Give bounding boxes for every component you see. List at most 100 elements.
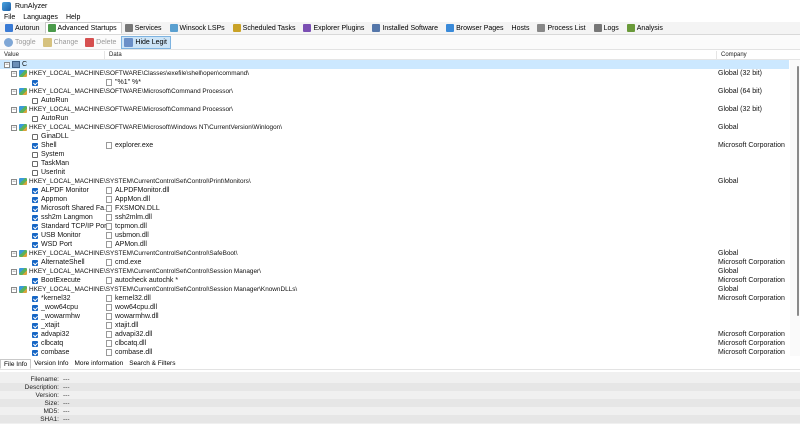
scrollbar-thumb[interactable] — [797, 66, 799, 316]
entry-checkbox[interactable] — [32, 313, 38, 320]
entry-checkbox[interactable] — [32, 322, 38, 329]
startup-entry-row[interactable]: BootExecute autocheck autochk * Microsoft … — [0, 276, 789, 285]
startup-entry-row[interactable]: advapi32 advapi32.dll Microsoft Corporatio… — [0, 330, 789, 339]
tab-installed-software[interactable]: Installed Software — [369, 22, 443, 34]
entry-checkbox[interactable] — [32, 151, 38, 158]
tab-browser-pages[interactable]: Browser Pages — [443, 22, 508, 34]
startup-entry-row[interactable]: Shell explorer.exe Microsoft Corporation — [0, 141, 789, 150]
tab-label: Autorun — [15, 24, 40, 32]
menu-help[interactable]: Help — [62, 14, 84, 21]
entry-checkbox[interactable] — [32, 187, 38, 194]
column-data[interactable]: Data — [105, 51, 717, 59]
tab-hosts[interactable]: Hosts — [509, 22, 535, 34]
entry-checkbox[interactable] — [32, 115, 38, 122]
startup-entry-row[interactable]: "%1" %* — [0, 78, 789, 87]
vertical-scrollbar[interactable] — [790, 60, 800, 356]
entry-checkbox[interactable] — [32, 331, 38, 338]
menu-file[interactable]: File — [0, 14, 19, 21]
startup-entry-row[interactable]: Microsoft Shared Fa... FXSMON.DLL — [0, 204, 789, 213]
startup-entry-row[interactable]: System — [0, 150, 789, 159]
entry-checkbox[interactable] — [32, 214, 38, 221]
startup-entry-row[interactable]: USB Monitor usbmon.dll — [0, 231, 789, 240]
entry-checkbox[interactable] — [32, 259, 38, 266]
collapse-toggle[interactable]: − — [4, 61, 10, 68]
details-tab-search-filters[interactable]: Search & Filters — [126, 359, 178, 369]
collapse-toggle[interactable]: − — [11, 250, 17, 257]
entry-checkbox[interactable] — [32, 295, 38, 302]
startup-entry-row[interactable]: combase combase.dll Microsoft Corporation — [0, 348, 789, 356]
startup-entry-row[interactable]: AutoRun — [0, 114, 789, 123]
toggle-button[interactable]: Toggle — [2, 36, 39, 49]
entry-checkbox[interactable] — [32, 232, 38, 239]
change-button[interactable]: Change — [41, 36, 82, 49]
entry-checkbox[interactable] — [32, 277, 38, 284]
collapse-toggle[interactable]: − — [11, 124, 17, 131]
entry-checkbox[interactable] — [32, 205, 38, 212]
startup-entry-row[interactable]: AlternateShell cmd.exe Microsoft Corporati… — [0, 258, 789, 267]
startup-entry-row[interactable]: AutoRun — [0, 96, 789, 105]
menu-languages[interactable]: Languages — [19, 14, 62, 21]
collapse-toggle[interactable]: − — [11, 178, 17, 185]
tab-winsock-lsps[interactable]: Winsock LSPs — [167, 22, 230, 34]
startup-entry-row[interactable]: Standard TCP/IP Port tcpmon.dll — [0, 222, 789, 231]
tab-autorun[interactable]: Autorun — [2, 22, 45, 34]
collapse-toggle[interactable]: − — [11, 106, 17, 113]
tab-analysis[interactable]: Analysis — [624, 22, 668, 34]
tab-process-list[interactable]: Process List — [534, 22, 590, 34]
registry-key-row[interactable]: − HKEY_LOCAL_MACHINE\SOFTWARE\Microsoft\C… — [0, 87, 789, 96]
registry-key-row[interactable]: − HKEY_LOCAL_MACHINE\SYSTEM\CurrentContro… — [0, 285, 789, 294]
entry-checkbox[interactable] — [32, 304, 38, 311]
registry-key-row[interactable]: − HKEY_LOCAL_MACHINE\SYSTEM\CurrentContro… — [0, 267, 789, 276]
entry-checkbox[interactable] — [32, 196, 38, 203]
entry-checkbox[interactable] — [32, 142, 38, 149]
startup-entry-row[interactable]: Appmon AppMon.dll — [0, 195, 789, 204]
entry-checkbox[interactable] — [32, 160, 38, 167]
startup-entry-row[interactable]: TaskMan — [0, 159, 789, 168]
startup-entry-row[interactable]: UserInit — [0, 168, 789, 177]
startup-entry-row[interactable]: _wowarmhw wowarmhw.dll — [0, 312, 789, 321]
entry-checkbox[interactable] — [32, 223, 38, 230]
entry-checkbox[interactable] — [32, 79, 38, 86]
details-tab-more-information[interactable]: More information — [71, 359, 126, 369]
tab-services[interactable]: Services — [122, 22, 167, 34]
details-tab-version-info[interactable]: Version Info — [31, 359, 71, 369]
details-tab-file-info[interactable]: File Info — [0, 359, 32, 369]
entry-checkbox[interactable] — [32, 241, 38, 248]
root-label: C — [22, 61, 28, 68]
hide-legit-button[interactable]: Hide Legit — [121, 35, 171, 49]
registry-key-row[interactable]: − HKEY_LOCAL_MACHINE\SOFTWARE\Classes\exe… — [0, 69, 789, 78]
delete-button[interactable]: Delete — [83, 36, 119, 49]
entry-checkbox[interactable] — [32, 97, 38, 104]
registry-key-row[interactable]: − HKEY_LOCAL_MACHINE\SOFTWARE\Microsoft\C… — [0, 105, 789, 114]
tab-scheduled-tasks[interactable]: Scheduled Tasks — [230, 22, 301, 34]
package-icon — [372, 24, 381, 32]
entry-checkbox[interactable] — [32, 133, 38, 140]
startup-entry-row[interactable]: ALPDF Monitor ALPDFMonitor.dll — [0, 186, 789, 195]
column-company[interactable]: Company — [717, 51, 800, 59]
startup-entry-row[interactable]: GinaDLL — [0, 132, 789, 141]
startup-entry-row[interactable]: clbcatq clbcatq.dll Microsoft Corporation — [0, 339, 789, 348]
entry-company: Microsoft Corporation — [718, 142, 785, 149]
collapse-toggle[interactable]: − — [11, 286, 17, 293]
collapse-toggle[interactable]: − — [11, 268, 17, 275]
tab-advanced-startups[interactable]: Advanced Startups — [44, 22, 122, 34]
entry-checkbox[interactable] — [32, 169, 38, 176]
file-icon — [106, 196, 112, 203]
entry-checkbox[interactable] — [32, 340, 38, 347]
startup-entry-row[interactable]: _xtajit xtajit.dll — [0, 321, 789, 330]
startup-entry-row[interactable]: WSD Port APMon.dll — [0, 240, 789, 249]
tab-explorer-plugins[interactable]: Explorer Plugins — [300, 22, 369, 34]
collapse-toggle[interactable]: − — [11, 88, 17, 95]
startup-entry-row[interactable]: _wow64cpu wow64cpu.dll — [0, 303, 789, 312]
column-value[interactable]: Value — [0, 51, 105, 59]
registry-key-row[interactable]: − HKEY_LOCAL_MACHINE\SYSTEM\CurrentContro… — [0, 177, 789, 186]
registry-key-row[interactable]: − HKEY_LOCAL_MACHINE\SYSTEM\CurrentContro… — [0, 249, 789, 258]
entry-data: explorer.exe — [106, 142, 153, 149]
entry-checkbox[interactable] — [32, 349, 38, 356]
tree-root-row[interactable]: − C — [0, 60, 789, 69]
tab-logs[interactable]: Logs — [591, 22, 624, 34]
startup-entry-row[interactable]: *kernel32 kernel32.dll Microsoft Corporati… — [0, 294, 789, 303]
startup-entry-row[interactable]: ssh2m Langmon ssh2mlm.dll — [0, 213, 789, 222]
registry-key-row[interactable]: − HKEY_LOCAL_MACHINE\SOFTWARE\Microsoft\W… — [0, 123, 789, 132]
collapse-toggle[interactable]: − — [11, 70, 17, 77]
